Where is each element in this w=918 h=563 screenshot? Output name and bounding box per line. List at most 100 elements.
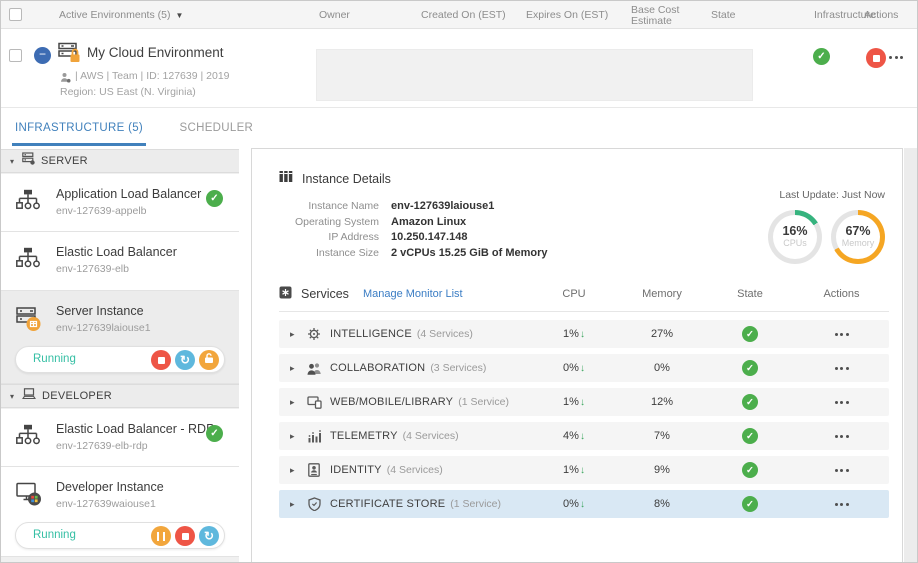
- operating-system-value: Amazon Linux: [391, 215, 466, 231]
- cpu-gauge-value: 16%: [782, 225, 807, 238]
- service-row-telemetry[interactable]: ▸ TELEMETRY (4 Services) 4%↓ 7% ✓: [279, 422, 889, 450]
- chevron-right-icon[interactable]: ▸: [290, 499, 300, 510]
- service-more-actions-button[interactable]: [835, 435, 849, 438]
- status-ok-icon: ✓: [742, 360, 758, 376]
- server-instance-icon: [16, 306, 42, 337]
- item-subtitle: env-127639-elb-rdp: [56, 440, 148, 452]
- item-subtitle: env-127639-appelb: [56, 205, 147, 217]
- services-icon: [279, 286, 292, 302]
- infrastructure-status-ok-icon: ✓: [813, 48, 830, 65]
- environment-region: Region: US East (N. Virginia): [60, 86, 196, 98]
- developer-section-icon: [22, 387, 36, 405]
- service-row-certificate-store[interactable]: ▸ CERTIFICATE STORE (1 Service) 0%↓ 8% ✓: [279, 490, 889, 518]
- item-title: Server Instance: [56, 304, 144, 318]
- service-row-collaboration[interactable]: ▸ COLLABORATION (3 Services) 0%↓ 0% ✓: [279, 354, 889, 382]
- status-ok-icon: ✓: [206, 190, 223, 207]
- chevron-down-icon: ▾: [10, 392, 22, 401]
- chevron-right-icon[interactable]: ▸: [290, 431, 300, 442]
- environment-checkbox[interactable]: [9, 49, 22, 62]
- service-count: (4 Services): [387, 464, 443, 476]
- service-more-actions-button[interactable]: [835, 401, 849, 404]
- collapse-environment-button[interactable]: −: [34, 47, 51, 64]
- sidebar-item-elastic-load-balancer-rdp[interactable]: Elastic Load Balancer - RDP env-127639-e…: [1, 409, 239, 467]
- stop-instance-button[interactable]: [151, 350, 171, 370]
- stop-icon: [158, 357, 165, 364]
- trend-down-icon: ↓: [580, 431, 585, 442]
- service-count: (1 Service): [458, 396, 509, 408]
- sidebar-section-server[interactable]: ▾ SERVER: [1, 149, 239, 173]
- service-count: (1 Service): [450, 498, 501, 510]
- restart-instance-button[interactable]: ↻: [175, 350, 195, 370]
- restart-instance-button[interactable]: ↻: [199, 526, 219, 546]
- tab-infrastructure[interactable]: INFRASTRUCTURE (5): [12, 108, 146, 146]
- column-expires-on: Expires On (EST): [526, 1, 608, 29]
- chevron-right-icon[interactable]: ▸: [290, 465, 300, 476]
- services-table: ▸ INTELLIGENCE (4 Services) 1%↓ 27% ✓ ▸ …: [279, 320, 889, 518]
- stop-environment-button[interactable]: [866, 48, 886, 68]
- lock-instance-button[interactable]: [199, 350, 219, 370]
- status-ok-icon: ✓: [742, 496, 758, 512]
- sidebar-item-application-load-balancer[interactable]: Application Load Balancer env-127639-app…: [1, 174, 239, 232]
- cpu-value: 1%: [563, 464, 579, 476]
- environments-list-header: Active Environments (5)▼ Owner Created O…: [1, 1, 917, 29]
- trend-down-icon: ↓: [580, 363, 585, 374]
- usage-panel: Last Update: Just Now 16% CPUs 67% Memor…: [768, 189, 885, 264]
- chevron-right-icon[interactable]: ▸: [290, 397, 300, 408]
- services-title: Services: [301, 287, 349, 301]
- cpu-value: 1%: [563, 328, 579, 340]
- service-more-actions-button[interactable]: [835, 333, 849, 336]
- tab-scheduler[interactable]: SCHEDULER: [177, 108, 257, 146]
- service-more-actions-button[interactable]: [835, 469, 849, 472]
- field-label: Operating System: [279, 215, 379, 231]
- select-all-checkbox[interactable]: [9, 8, 22, 21]
- services-header: Services Manage Monitor List CPU Memory …: [279, 286, 889, 312]
- pause-icon: [157, 532, 165, 541]
- column-state: State: [711, 1, 736, 29]
- chevron-right-icon[interactable]: ▸: [290, 363, 300, 374]
- last-update-label: Last Update: Just Now: [768, 189, 885, 201]
- memory-gauge-value: 67%: [845, 225, 870, 238]
- column-actions: Actions: [794, 288, 889, 300]
- memory-value: 27%: [651, 328, 673, 340]
- manage-monitor-list-link[interactable]: Manage Monitor List: [363, 288, 463, 300]
- chevron-down-icon: ▾: [10, 157, 22, 166]
- chevron-right-icon[interactable]: ▸: [290, 329, 300, 340]
- service-count: (4 Services): [403, 430, 459, 442]
- field-label: Instance Name: [279, 199, 379, 215]
- instance-details-panel: Instance Details Instance Nameenv-127639…: [251, 148, 903, 563]
- column-actions: Actions: [864, 1, 898, 29]
- bar-chart-icon: [305, 430, 323, 443]
- sidebar-item-developer-instance[interactable]: Developer Instance env-127639waiouse1 Ru…: [1, 467, 239, 557]
- service-more-actions-button[interactable]: [835, 367, 849, 370]
- item-subtitle: env-127639waiouse1: [56, 498, 156, 510]
- column-owner: Owner: [319, 1, 350, 29]
- section-label: DEVELOPER: [42, 390, 112, 402]
- sidebar-item-elastic-load-balancer[interactable]: Elastic Load Balancer env-127639-elb: [1, 232, 239, 291]
- sidebar-section-developer[interactable]: ▾ DEVELOPER: [1, 384, 239, 408]
- instance-details-title: Instance Details: [302, 172, 391, 186]
- service-row-web-mobile-library[interactable]: ▸ WEB/MOBILE/LIBRARY (1 Service) 1%↓ 12%…: [279, 388, 889, 416]
- stop-instance-button[interactable]: [175, 526, 195, 546]
- status-ok-icon: ✓: [742, 394, 758, 410]
- stop-icon: [182, 533, 189, 540]
- column-memory: Memory: [618, 288, 706, 300]
- environment-name: My Cloud Environment: [87, 45, 224, 60]
- pause-instance-button[interactable]: [151, 526, 171, 546]
- environment-more-actions-button[interactable]: [889, 56, 903, 59]
- memory-value: 9%: [654, 464, 670, 476]
- memory-value: 12%: [651, 396, 673, 408]
- service-row-intelligence[interactable]: ▸ INTELLIGENCE (4 Services) 1%↓ 27% ✓: [279, 320, 889, 348]
- cpu-value: 4%: [563, 430, 579, 442]
- ip-address-value: 10.250.147.148: [391, 230, 467, 246]
- shield-icon: [305, 497, 323, 511]
- server-instance-status-pill: Running ↻: [15, 346, 225, 373]
- cpu-value: 1%: [563, 396, 579, 408]
- service-row-identity[interactable]: ▸ IDENTITY (4 Services) 1%↓ 9% ✓: [279, 456, 889, 484]
- active-environments-dropdown[interactable]: Active Environments (5)▼: [59, 1, 183, 30]
- service-more-actions-button[interactable]: [835, 503, 849, 506]
- devices-icon: [305, 396, 323, 409]
- sidebar-item-server-instance[interactable]: Server Instance env-127639laiouse1 Runni…: [1, 291, 239, 384]
- service-name: COLLABORATION: [330, 362, 425, 374]
- item-title: Elastic Load Balancer - RDP: [56, 422, 214, 436]
- instance-details-icon: [279, 170, 293, 188]
